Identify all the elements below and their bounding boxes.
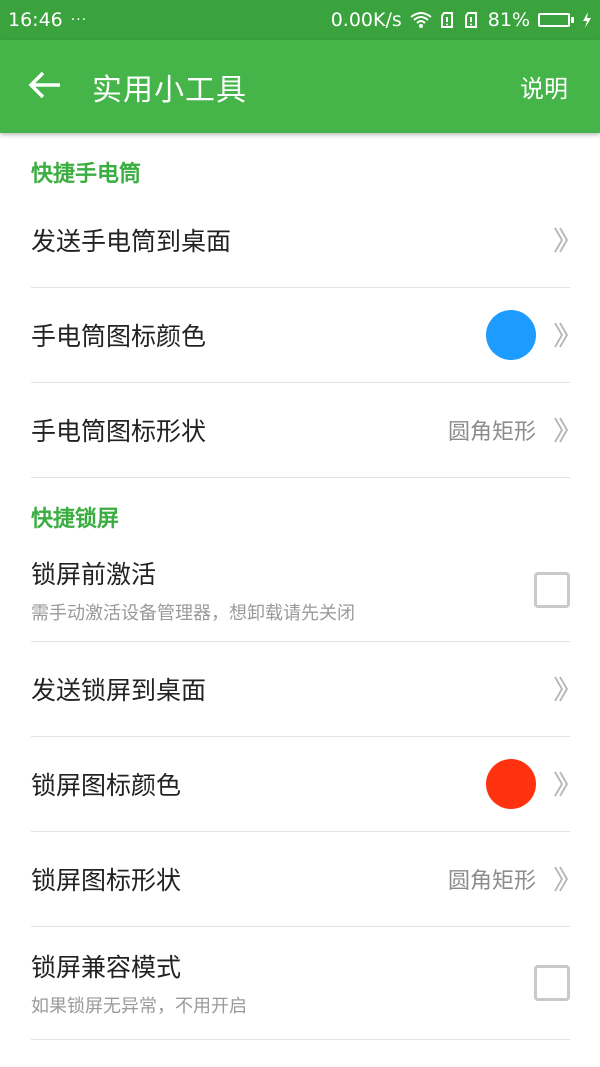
activate-checkbox[interactable]	[534, 571, 570, 608]
page-title: 实用小工具	[92, 72, 247, 108]
arrow-left-icon	[28, 71, 62, 103]
compat-checkbox[interactable]	[534, 965, 570, 1001]
network-speed: 0.00K/s	[330, 9, 402, 31]
send-flashlight-to-desktop[interactable]: 发送手电筒到桌面	[31, 193, 570, 288]
battery-icon	[538, 13, 574, 27]
row-label: 锁屏兼容模式	[31, 953, 182, 982]
color-swatch	[486, 759, 536, 809]
section-title-flashlight: 快捷手电筒	[31, 162, 142, 187]
battery-percent: 81%	[487, 9, 530, 31]
back-button[interactable]	[28, 67, 78, 107]
lock-icon-color[interactable]: 锁屏图标颜色	[31, 737, 570, 832]
sim1-no-signal-icon	[440, 11, 456, 29]
status-bar: 16:46 ··· 0.00K/s 81%	[0, 0, 600, 40]
double-chevron-right-icon	[554, 771, 569, 797]
double-chevron-right-icon	[554, 227, 569, 253]
row-description: 如果锁屏无异常，不用开启	[31, 996, 247, 1017]
shape-value: 圆角矩形	[447, 420, 536, 445]
send-lock-to-desktop[interactable]: 发送锁屏到桌面	[31, 642, 570, 737]
shape-value: 圆角矩形	[447, 869, 536, 894]
app-bar: 实用小工具 说明	[0, 40, 600, 133]
charging-bolt-icon	[582, 12, 592, 28]
double-chevron-right-icon	[554, 676, 569, 702]
row-label: 锁屏图标形状	[31, 866, 182, 895]
double-chevron-right-icon	[554, 322, 569, 348]
row-label: 发送锁屏到桌面	[31, 676, 207, 705]
double-chevron-right-icon	[554, 417, 569, 443]
row-label: 手电筒图标形状	[31, 417, 207, 446]
double-chevron-right-icon	[554, 866, 569, 892]
row-label: 发送手电筒到桌面	[31, 227, 232, 256]
wifi-icon	[410, 11, 432, 29]
lock-icon-shape[interactable]: 锁屏图标形状 圆角矩形	[31, 832, 570, 927]
sim2-no-signal-icon	[464, 11, 480, 29]
activate-before-lock[interactable]: 锁屏前激活 需手动激活设备管理器，想卸载请先关闭	[31, 538, 570, 642]
section-title-lock: 快捷锁屏	[31, 507, 120, 532]
flashlight-icon-shape[interactable]: 手电筒图标形状 圆角矩形	[31, 383, 570, 478]
status-overflow-dots: ···	[70, 12, 88, 28]
status-time: 16:46	[8, 9, 63, 31]
row-label: 手电筒图标颜色	[31, 322, 207, 351]
lock-compat-mode[interactable]: 锁屏兼容模式 如果锁屏无异常，不用开启	[31, 927, 570, 1040]
color-swatch	[486, 310, 536, 360]
row-description: 需手动激活设备管理器，想卸载请先关闭	[31, 602, 355, 624]
settings-list: 快捷手电筒 发送手电筒到桌面 手电筒图标颜色 手电筒图标形状 圆角矩形 快捷锁屏…	[0, 133, 600, 1040]
row-label: 锁屏前激活	[31, 559, 157, 589]
flashlight-icon-color[interactable]: 手电筒图标颜色	[31, 288, 570, 383]
help-button[interactable]: 说明	[520, 69, 568, 104]
row-label: 锁屏图标颜色	[31, 771, 182, 800]
